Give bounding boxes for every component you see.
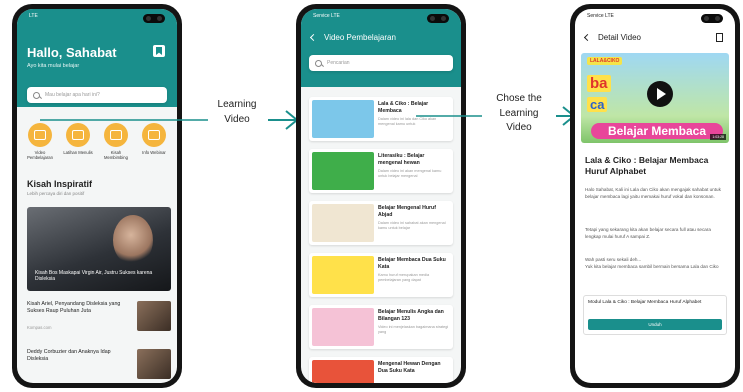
video-desc: Dalam video ini sahabat akan mengenal ka… bbox=[378, 221, 446, 230]
video-player[interactable]: LALA&CIKO ba ca Belajar Membaca 1:03:28 bbox=[581, 53, 729, 143]
camera-icon bbox=[701, 14, 723, 23]
app-flow: LTE Hallo, Sahabat Ayo kita mulai belaja… bbox=[0, 0, 743, 392]
search-input[interactable]: Pencarian bbox=[309, 55, 453, 71]
phone-video-detail: Service LTE Detail Video LALA&CIKO ba ca… bbox=[570, 4, 740, 388]
hero-story-card[interactable]: Kisah Bos Maskapai Virgin Air, Justru Su… bbox=[27, 207, 171, 291]
camera-icon bbox=[427, 14, 449, 23]
video-thumbnail bbox=[312, 152, 374, 190]
video-logo: LALA&CIKO bbox=[587, 57, 623, 65]
page-title: Detail Video bbox=[583, 33, 641, 42]
status-bar: LTE bbox=[29, 13, 38, 19]
video-title: Belajar Menulis Angka dan Bilangan 123 bbox=[378, 309, 444, 322]
download-button[interactable]: Unduh bbox=[588, 319, 722, 330]
arrow-to-detail bbox=[416, 106, 576, 126]
video-desc: Dalam video ini akan mengenal kamu untuk… bbox=[378, 169, 442, 178]
category-label: Latihan Menulis bbox=[63, 150, 93, 155]
description-paragraph: Wah pasti seru sekali deh... Yuk kita be… bbox=[585, 257, 719, 269]
description-paragraph: Tetapi yang sekarang kita akan belajar s… bbox=[585, 227, 711, 239]
download-label: Unduh bbox=[648, 322, 662, 327]
page-title-text: Detail Video bbox=[598, 33, 641, 42]
video-title: Mengenal Hewan Dengan Dua Suku Kata bbox=[378, 361, 441, 374]
video-item[interactable]: Belajar Mengenal Huruf Abjad Dalam video… bbox=[309, 201, 453, 245]
status-bar: Service LTE bbox=[313, 13, 340, 19]
video-title: Belajar Membaca Dua Suku Kata bbox=[378, 257, 446, 270]
news-thumbnail bbox=[137, 349, 171, 379]
arrow-to-video-list bbox=[40, 110, 299, 130]
section-subtitle: Lebih percaya diri dan positif bbox=[27, 191, 85, 196]
back-icon[interactable] bbox=[309, 33, 318, 42]
video-item[interactable]: Literasiku : Belajar mengenal hewan Dala… bbox=[309, 149, 453, 193]
video-desc: Kamu huruf merupakan media pembelajaran … bbox=[378, 273, 430, 282]
video-desc: Video ini menjelaskan bagaimana strategi… bbox=[378, 325, 449, 334]
search-placeholder: Mau belajar apa hari ini? bbox=[45, 92, 100, 98]
news-item[interactable]: Deddy Corbuzier dan Anaknya Idap Disleks… bbox=[27, 349, 171, 379]
news-thumbnail bbox=[137, 301, 171, 331]
search-icon bbox=[33, 91, 40, 99]
section-title: Kisah Inspiratif bbox=[27, 179, 93, 189]
home-screen: LTE Hallo, Sahabat Ayo kita mulai belaja… bbox=[17, 9, 177, 383]
news-title: Kisah Ariel, Penyandang Disleksia yang S… bbox=[27, 301, 121, 314]
video-thumbnail bbox=[312, 100, 374, 138]
video-thumbnail bbox=[312, 360, 374, 383]
video-letters-ca: ca bbox=[587, 97, 608, 112]
greeting-subtitle: Ayo kita mulai belajar bbox=[27, 63, 80, 69]
video-thumbnail bbox=[312, 308, 374, 346]
module-card: Modul Lala & Ciko : Belajar Membaca Huru… bbox=[583, 295, 727, 335]
video-item[interactable]: Belajar Menulis Angka dan Bilangan 123 V… bbox=[309, 305, 453, 349]
video-item[interactable]: Belajar Membaca Dua Suku Kata Kamu huruf… bbox=[309, 253, 453, 297]
video-letters-ba: ba bbox=[587, 75, 611, 92]
hero-caption: Kisah Bos Maskapai Virgin Air, Justru Su… bbox=[35, 269, 153, 283]
page-title-text: Video Pembelajaran bbox=[324, 33, 396, 42]
video-duration: 1:03:28 bbox=[710, 134, 726, 140]
category-label: Info Webinar bbox=[142, 150, 166, 155]
search-icon bbox=[315, 59, 322, 67]
description-paragraph: Halo Sahabat, Kali ini Lala dan Ciko aka… bbox=[585, 187, 721, 199]
video-item[interactable]: Mengenal Hewan Dengan Dua Suku Kata bbox=[309, 357, 453, 383]
news-source: Kompas.com bbox=[27, 324, 52, 330]
video-title: Lala & Ciko : Belajar Membaca Huruf Alph… bbox=[585, 155, 709, 177]
video-thumbnail bbox=[312, 256, 374, 294]
video-banner: Belajar Membaca bbox=[591, 123, 723, 139]
greeting: Hallo, Sahabat bbox=[27, 45, 117, 60]
phone-video-list: Service LTE Video Pembelajaran Pencarian… bbox=[296, 4, 466, 388]
status-bar: Service LTE bbox=[587, 13, 614, 19]
camera-icon bbox=[143, 14, 165, 23]
video-title: Literasiku : Belajar mengenal hewan bbox=[378, 153, 425, 166]
news-item[interactable]: Kisah Ariel, Penyandang Disleksia yang S… bbox=[27, 301, 171, 331]
category-label: Kisah Membimbing bbox=[104, 150, 128, 161]
video-thumbnail bbox=[312, 204, 374, 242]
search-input[interactable]: Mau belajar apa hari ini? bbox=[27, 87, 167, 103]
module-title: Modul Lala & Ciko : Belajar Membaca Huru… bbox=[588, 300, 702, 305]
back-icon[interactable] bbox=[583, 33, 592, 42]
phone-home: LTE Hallo, Sahabat Ayo kita mulai belaja… bbox=[12, 4, 182, 388]
play-icon[interactable] bbox=[647, 81, 673, 107]
news-title: Deddy Corbuzier dan Anaknya Idap Disleks… bbox=[27, 349, 111, 362]
save-icon[interactable] bbox=[716, 33, 723, 42]
video-list-screen: Service LTE Video Pembelajaran Pencarian… bbox=[301, 9, 461, 383]
page-title: Video Pembelajaran bbox=[309, 33, 396, 42]
video-title: Belajar Mengenal Huruf Abjad bbox=[378, 205, 436, 218]
bookmark-icon[interactable] bbox=[153, 45, 165, 57]
search-placeholder: Pencarian bbox=[327, 60, 350, 66]
hero-photo bbox=[113, 215, 153, 265]
detail-screen: Service LTE Detail Video LALA&CIKO ba ca… bbox=[575, 9, 735, 383]
category-label: Video Pembelajaran bbox=[27, 150, 53, 161]
